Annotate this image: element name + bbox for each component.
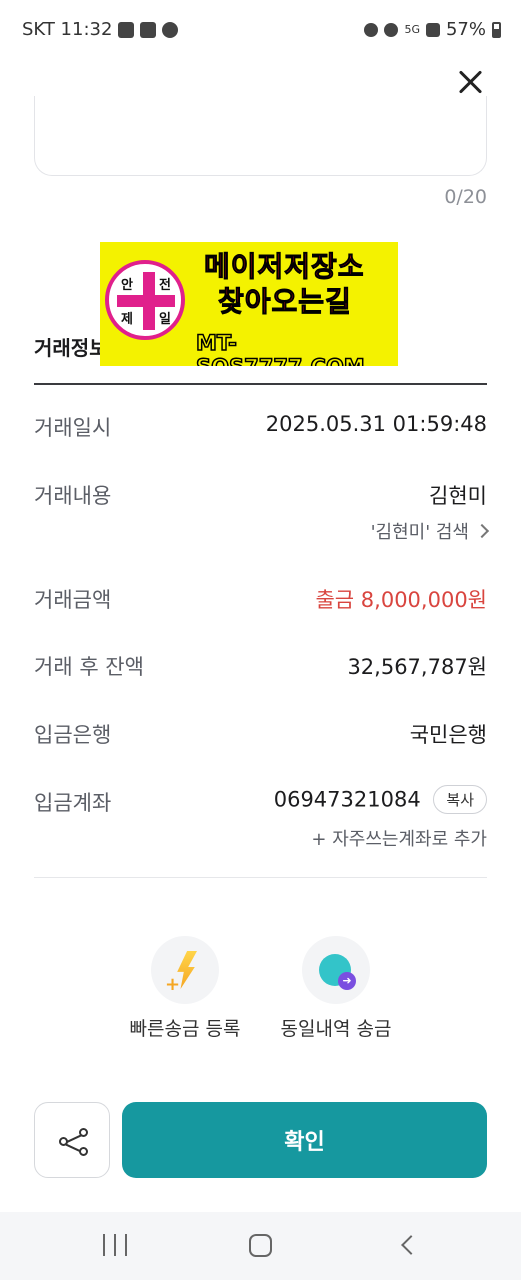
section-divider xyxy=(34,383,487,385)
repeat-transfer-label: 동일내역 송금 xyxy=(280,1018,392,1040)
share-icon-node xyxy=(79,1147,88,1156)
content-search-link[interactable]: '김현미' 검색 xyxy=(370,518,490,544)
share-button[interactable] xyxy=(34,1102,110,1178)
fast-transfer-label: 빠른송금 등록 xyxy=(129,1018,241,1040)
network-badge: 5G xyxy=(404,23,420,36)
bank-value: 국민은행 xyxy=(409,723,487,747)
ad-badge-char: 안 xyxy=(121,278,133,293)
status-bar: SKT 11:32 5G 57% xyxy=(0,0,521,60)
chevron-right-icon xyxy=(474,523,490,539)
add-frequent-account-link[interactable]: + 자주쓰는계좌로 추가 xyxy=(311,825,487,851)
missed-call-icon xyxy=(140,21,157,38)
copy-button[interactable]: 복사 xyxy=(433,785,487,814)
ad-headline-1: 메이저저장소 xyxy=(204,250,365,284)
plus-icon: + xyxy=(165,974,181,995)
back-icon[interactable] xyxy=(401,1235,421,1255)
details-divider xyxy=(34,877,487,878)
date-value: 2025.05.31 01:59:48 xyxy=(265,412,487,436)
balance-label: 거래 후 잔액 xyxy=(34,655,144,679)
arrow-icon: ➜ xyxy=(338,972,356,990)
hotspot-icon xyxy=(384,22,399,37)
carrier-time: SKT 11:32 xyxy=(22,19,113,40)
ad-badge-char: 전 xyxy=(159,278,171,293)
status-right: 5G 57% xyxy=(364,19,501,40)
alarm-icon xyxy=(364,22,379,37)
amount-value: 출금 8,000,000원 xyxy=(315,588,487,612)
confirm-button[interactable]: 확인 xyxy=(122,1102,487,1178)
share-icon xyxy=(79,1128,88,1137)
account-label: 입금계좌 xyxy=(34,791,112,815)
date-label: 거래일시 xyxy=(34,416,112,440)
bolt-icon: + xyxy=(151,936,219,1004)
ad-url: MT-SOS7777.COM xyxy=(195,330,365,366)
content-search-label: '김현미' 검색 xyxy=(370,522,469,543)
balance-value: 32,567,787원 xyxy=(347,655,487,679)
repeat-transfer-button[interactable]: ➜ 동일내역 송금 xyxy=(266,936,406,1046)
status-left: SKT 11:32 xyxy=(22,19,179,40)
recent-apps-icon[interactable] xyxy=(103,1234,129,1256)
battery-percent: 57% xyxy=(445,19,486,40)
ad-banner[interactable]: 안 전 제 일 메이저저장소 찾아오는길 MT-SOS7777.COM xyxy=(100,242,398,366)
memo-char-counter: 0/20 xyxy=(444,186,487,208)
amount-label: 거래금액 xyxy=(34,588,112,612)
ad-cross-horizontal xyxy=(117,295,175,307)
share-icon-node xyxy=(59,1137,68,1146)
battery-icon xyxy=(492,21,501,38)
close-icon[interactable] xyxy=(455,66,487,98)
home-icon[interactable] xyxy=(249,1234,272,1257)
system-nav-bar xyxy=(0,1212,521,1280)
fast-transfer-button[interactable]: + 빠른송금 등록 xyxy=(115,936,255,1046)
ad-headline-2: 찾아오는길 xyxy=(218,285,352,319)
gallery-icon xyxy=(118,21,135,38)
account-value: 06947321084 xyxy=(273,787,421,812)
content-value: 김현미 xyxy=(429,484,487,508)
signal-icon xyxy=(425,22,440,37)
memo-input[interactable] xyxy=(34,96,487,176)
section-title: 거래정보 xyxy=(34,336,108,360)
repeat-transfer-icon: ➜ xyxy=(302,936,370,1004)
talk-icon xyxy=(162,21,179,38)
account-row: 06947321084 복사 xyxy=(274,785,487,814)
content-label: 거래내용 xyxy=(34,484,112,508)
bank-label: 입금은행 xyxy=(34,723,112,747)
ad-badge-char: 제 xyxy=(121,312,133,327)
ad-badge-char: 일 xyxy=(159,312,171,327)
ad-badge-icon: 안 전 제 일 xyxy=(105,260,185,340)
